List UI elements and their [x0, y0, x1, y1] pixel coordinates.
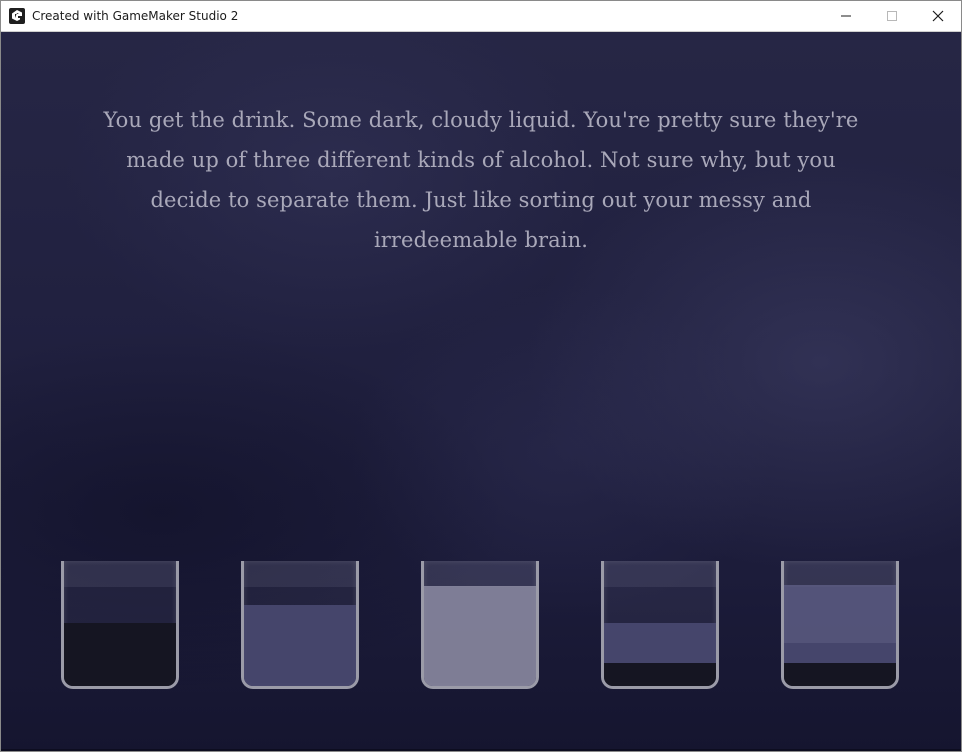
liquid-layer: [604, 623, 716, 663]
narration-text: You get the drink. Some dark, cloudy liq…: [103, 108, 859, 252]
liquid-layer: [784, 643, 896, 663]
maximize-button[interactable]: [869, 1, 915, 31]
minimize-button[interactable]: [823, 1, 869, 31]
minimize-icon: [841, 15, 851, 17]
close-icon: [932, 10, 944, 22]
bottom-edge: [1, 749, 961, 751]
liquid-layer: [424, 586, 536, 686]
maximize-icon: [887, 11, 897, 21]
liquid-layer: [784, 585, 896, 643]
liquid-layer: [64, 623, 176, 686]
window-title: Created with GameMaker Studio 2: [32, 9, 239, 23]
window-controls: [823, 1, 961, 31]
glass-3[interactable]: [421, 561, 539, 689]
glass-2[interactable]: [241, 561, 359, 689]
glass-4[interactable]: [601, 561, 719, 689]
title-bar[interactable]: Created with GameMaker Studio 2: [1, 1, 961, 32]
liquid-layer: [784, 663, 896, 686]
liquid-layer: [604, 663, 716, 686]
glass-1[interactable]: [61, 561, 179, 689]
game-canvas: You get the drink. Some dark, cloudy liq…: [1, 32, 961, 751]
close-button[interactable]: [915, 1, 961, 31]
game-window: Created with GameMaker Studio 2 You get …: [0, 0, 962, 752]
glass-5[interactable]: [781, 561, 899, 689]
gamemaker-icon: [9, 8, 25, 24]
liquid-layer: [244, 605, 356, 686]
